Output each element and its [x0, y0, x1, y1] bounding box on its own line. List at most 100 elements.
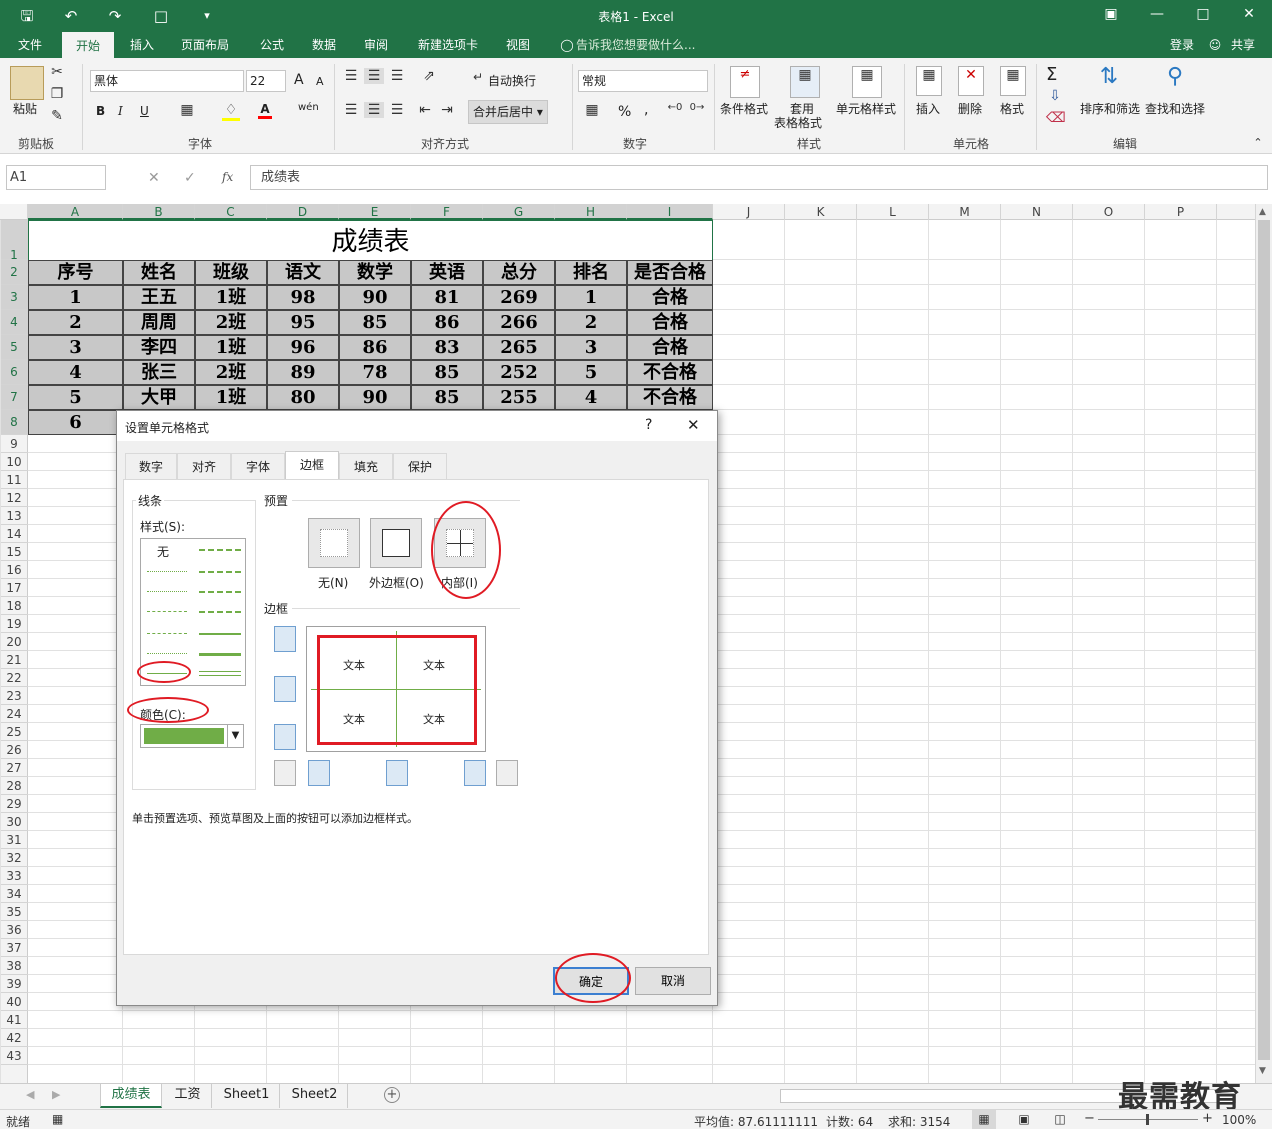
tab-fill[interactable]: 填充: [339, 453, 393, 480]
italic-button[interactable]: I: [118, 104, 123, 118]
zoom-in-icon[interactable]: +: [1202, 1111, 1213, 1126]
row-header-27[interactable]: 27: [0, 759, 28, 777]
clear-icon[interactable]: ⌫: [1046, 110, 1066, 126]
row-header-28[interactable]: 28: [0, 777, 28, 795]
line-style-option[interactable]: [199, 571, 241, 573]
currency-icon[interactable]: ▦: [582, 102, 602, 118]
row-header-29[interactable]: 29: [0, 795, 28, 813]
insert-function-icon[interactable]: fx: [222, 170, 233, 184]
row-header-33[interactable]: 33: [0, 867, 28, 885]
table-cell[interactable]: 252: [483, 360, 555, 385]
line-style-option[interactable]: [199, 549, 241, 551]
cell-styles-button[interactable]: 单元格样式: [836, 100, 896, 117]
table-cell[interactable]: 89: [267, 360, 339, 385]
format-painter-icon[interactable]: ✎: [48, 108, 66, 124]
column-header-j[interactable]: J: [713, 204, 785, 220]
column-header-k[interactable]: K: [785, 204, 857, 220]
shrink-font-icon[interactable]: A: [316, 75, 324, 88]
column-header-l[interactable]: L: [857, 204, 929, 220]
sheet-tab-sheet1[interactable]: Sheet1: [214, 1084, 280, 1108]
ribbon-display-icon[interactable]: ▣: [1096, 6, 1126, 22]
color-picker[interactable]: ▼: [140, 724, 244, 748]
table-cell[interactable]: 1: [555, 285, 627, 310]
row-header-37[interactable]: 37: [0, 939, 28, 957]
format-cells-button[interactable]: 格式: [1000, 100, 1024, 117]
row-header-4[interactable]: 4: [0, 310, 28, 335]
align-top-icon[interactable]: ☰: [342, 68, 360, 84]
tell-me-search[interactable]: 告诉我您想要做什么...: [576, 32, 700, 58]
table-cell[interactable]: 266: [483, 310, 555, 335]
decrease-decimal-icon[interactable]: 0→: [688, 102, 706, 113]
column-header-f[interactable]: F: [411, 204, 483, 220]
page-break-view-icon[interactable]: ◫: [1050, 1110, 1070, 1129]
comma-button[interactable]: ,: [644, 102, 648, 118]
row-header-16[interactable]: 16: [0, 561, 28, 579]
row-header-15[interactable]: 15: [0, 543, 28, 561]
preset-outline-button[interactable]: [370, 518, 422, 568]
collapse-ribbon-icon[interactable]: ⌃: [1250, 136, 1266, 149]
font-name-box[interactable]: 黑体: [90, 70, 244, 92]
tab-font[interactable]: 字体: [231, 453, 285, 480]
formula-input[interactable]: 成绩表: [250, 165, 1268, 190]
row-header-14[interactable]: 14: [0, 525, 28, 543]
table-cell[interactable]: 2班: [195, 360, 267, 385]
row-header-38[interactable]: 38: [0, 957, 28, 975]
line-style-option[interactable]: [199, 591, 241, 593]
border-middle-v-button[interactable]: [386, 760, 408, 786]
row-header-5[interactable]: 5: [0, 335, 28, 360]
table-cell[interactable]: 86: [411, 310, 483, 335]
line-style-option[interactable]: [147, 653, 187, 654]
border-left-button[interactable]: [308, 760, 330, 786]
row-header-6[interactable]: 6: [0, 360, 28, 385]
row-header-1[interactable]: 1: [0, 220, 28, 262]
table-cell[interactable]: 95: [267, 310, 339, 335]
row-header-36[interactable]: 36: [0, 921, 28, 939]
row-header-2[interactable]: 2: [0, 260, 28, 285]
table-cell[interactable]: 80: [267, 385, 339, 410]
cancel-button[interactable]: 取消: [635, 967, 711, 995]
line-style-none[interactable]: 无: [157, 543, 169, 560]
table-cell[interactable]: 3: [28, 335, 123, 360]
row-header-23[interactable]: 23: [0, 687, 28, 705]
table-cell[interactable]: 合格: [627, 285, 713, 310]
table-cell[interactable]: 255: [483, 385, 555, 410]
table-header-cell[interactable]: 是否合格: [627, 260, 713, 285]
table-cell[interactable]: 王五: [123, 285, 195, 310]
table-cell[interactable]: 1: [28, 285, 123, 310]
sheet-tab-scores[interactable]: 成绩表: [100, 1084, 162, 1108]
help-button[interactable]: ?: [645, 417, 652, 433]
insert-cells-icon[interactable]: ▦: [916, 66, 942, 96]
tab-file[interactable]: 文件: [8, 32, 52, 58]
tab-review[interactable]: 审阅: [354, 32, 398, 58]
insert-cells-button[interactable]: 插入: [916, 100, 940, 117]
table-cell[interactable]: 5: [28, 385, 123, 410]
orientation-icon[interactable]: ⇗: [418, 68, 440, 84]
format-as-table-line2[interactable]: 表格格式: [774, 114, 822, 131]
macro-record-icon[interactable]: ▦: [52, 1112, 63, 1126]
row-header-9[interactable]: 9: [0, 435, 28, 453]
delete-cells-button[interactable]: 删除: [958, 100, 982, 117]
table-cell[interactable]: 2班: [195, 310, 267, 335]
column-header-o[interactable]: O: [1073, 204, 1145, 220]
column-header-i[interactable]: I: [627, 204, 713, 220]
table-cell[interactable]: 78: [339, 360, 411, 385]
scroll-up-icon[interactable]: ▲: [1259, 207, 1266, 217]
border-preview[interactable]: 文本 文本 文本 文本: [306, 626, 486, 752]
line-style-option[interactable]: [147, 591, 187, 592]
find-select-icon[interactable]: ⚲: [1160, 64, 1190, 89]
tab-home[interactable]: 开始: [62, 32, 114, 58]
cancel-entry-icon[interactable]: ✕: [148, 170, 160, 186]
table-cell[interactable]: 90: [339, 385, 411, 410]
conditional-format-icon[interactable]: ≠: [730, 66, 760, 98]
column-header-d[interactable]: D: [267, 204, 339, 220]
table-cell[interactable]: 269: [483, 285, 555, 310]
line-style-double[interactable]: [199, 671, 241, 676]
sheet-tab-salary[interactable]: 工资: [164, 1084, 212, 1108]
table-header-cell[interactable]: 序号: [28, 260, 123, 285]
table-cell[interactable]: 83: [411, 335, 483, 360]
table-cell[interactable]: 周周: [123, 310, 195, 335]
border-right-button[interactable]: [464, 760, 486, 786]
zoom-out-icon[interactable]: −: [1084, 1111, 1095, 1126]
phonetic-icon[interactable]: wén: [298, 102, 319, 113]
table-header-cell[interactable]: 班级: [195, 260, 267, 285]
